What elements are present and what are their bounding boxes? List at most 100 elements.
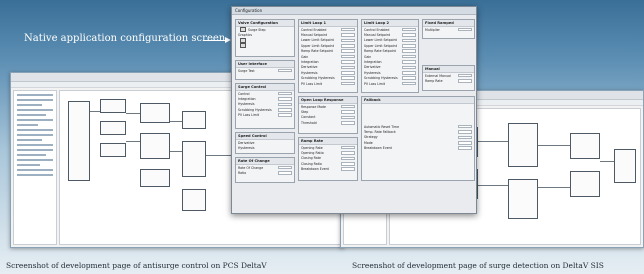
dialog-title: Configuration	[232, 7, 476, 15]
row-label: Gain	[301, 54, 309, 59]
value-field[interactable]	[402, 27, 416, 32]
value-field[interactable]	[278, 165, 292, 170]
value-field[interactable]	[278, 97, 292, 101]
value-field[interactable]	[402, 81, 416, 86]
value-field[interactable]	[341, 38, 355, 43]
row-label: Integration	[238, 97, 256, 102]
row-label: Scrubbing Hysteresis	[364, 76, 398, 81]
row-label: Control Enabled	[301, 27, 327, 32]
row-label: External Manual	[425, 73, 451, 78]
panel-title: Open Loop Response	[299, 97, 357, 104]
row-label: Scrubbing Hysteresis	[301, 76, 335, 81]
row-label: Gain	[364, 54, 372, 59]
row-label: Control	[238, 91, 250, 96]
function-block	[100, 121, 126, 135]
value-field[interactable]	[341, 167, 355, 172]
row-label: Response Mode	[301, 104, 327, 109]
value-field[interactable]	[458, 27, 472, 32]
value-field[interactable]	[278, 108, 292, 112]
value-field[interactable]	[341, 110, 355, 114]
function-block	[508, 179, 538, 219]
function-block	[570, 171, 600, 197]
value-field[interactable]	[341, 44, 355, 48]
row-label: Strategy	[364, 135, 378, 140]
panel-title: Limit Loop 1	[299, 20, 357, 27]
value-field[interactable]	[278, 68, 292, 73]
value-field[interactable]	[278, 113, 292, 118]
limit-loop-1-panel: Limit Loop 1 Control Enabled Manual Setp…	[298, 19, 358, 93]
row-label: Lower Limit Setpoint	[301, 38, 334, 43]
row-label: Temp. Rate Fallback	[364, 130, 396, 135]
row-label: Graphics	[238, 33, 253, 38]
value-field[interactable]	[341, 54, 355, 59]
value-field[interactable]	[341, 151, 355, 155]
row-label: Constant	[301, 115, 316, 120]
value-field[interactable]	[402, 33, 416, 37]
panel-title: Fallback	[362, 97, 474, 104]
value-field[interactable]	[458, 73, 472, 78]
row-label: PV Loss Limit	[238, 113, 260, 118]
value-field[interactable]	[402, 54, 416, 59]
fallback-panel: Fallback Automatic Reset Time Temp. Rate…	[361, 96, 475, 181]
value-field[interactable]	[341, 104, 355, 109]
callout-label: Native application configuration screen	[24, 33, 226, 44]
explorer-tree	[13, 90, 57, 245]
value-field[interactable]	[278, 91, 292, 96]
row-label: Ramp Rate Setpoint	[301, 49, 333, 54]
value-field[interactable]	[458, 79, 472, 83]
row-label: Hysteresis	[238, 146, 255, 151]
value-field[interactable]	[458, 141, 472, 145]
value-field[interactable]	[458, 130, 472, 134]
value-field[interactable]	[341, 81, 355, 86]
row-label: Derivative	[364, 65, 381, 70]
function-block	[140, 169, 170, 187]
row-label: Threshold	[301, 120, 317, 125]
panel-title: Rate Of Change	[236, 158, 294, 165]
panel-title: Speed Control	[236, 133, 294, 140]
row-label: Manual Setpoint	[301, 33, 327, 38]
function-block	[68, 101, 90, 181]
value-field[interactable]	[458, 146, 472, 151]
value-field[interactable]	[341, 115, 355, 120]
value-field[interactable]	[278, 171, 292, 175]
value-field[interactable]	[458, 135, 472, 140]
value-field[interactable]	[341, 121, 355, 125]
row-label: Multiplier	[425, 27, 440, 32]
value-field[interactable]	[402, 65, 416, 70]
function-block	[100, 143, 126, 157]
value-field[interactable]	[341, 145, 355, 150]
callout-arrow	[203, 37, 231, 43]
value-field[interactable]	[341, 60, 355, 64]
value-field[interactable]	[402, 76, 416, 80]
value-field[interactable]	[341, 33, 355, 37]
row-label: Closing Ratio	[301, 161, 322, 166]
value-field[interactable]	[458, 124, 472, 129]
ramp-rate-panel: Ramp Rate Opening Rate Opening Ratio Clo…	[298, 137, 358, 181]
value-field[interactable]	[278, 102, 292, 107]
row-label: Hysteresis	[301, 70, 318, 75]
value-field[interactable]	[402, 38, 416, 43]
row-label: Lower Limit Setpoint	[364, 38, 397, 43]
row-label: Scrubbing Hysteresis	[238, 107, 272, 112]
panel-title: Fixed Ramped	[423, 20, 474, 27]
value-field[interactable]	[402, 44, 416, 48]
function-block	[182, 141, 206, 177]
value-field[interactable]	[402, 60, 416, 64]
value-field[interactable]	[402, 49, 416, 54]
panel-title: Limit Loop 2	[362, 20, 418, 27]
surge-control-panel: Surge Control Control Integration Hyster…	[235, 83, 295, 129]
value-field[interactable]	[341, 65, 355, 70]
value-field[interactable]	[402, 71, 416, 75]
row-label: Integration	[364, 60, 382, 65]
graphic-icon	[240, 43, 246, 49]
value-field[interactable]	[341, 71, 355, 75]
limit-loop-2-panel: Limit Loop 2 Control Enabled Manual Setp…	[361, 19, 419, 93]
row-label: Upper Limit Setpoint	[364, 43, 397, 48]
value-field[interactable]	[341, 156, 355, 161]
value-field[interactable]	[341, 49, 355, 54]
value-field[interactable]	[341, 76, 355, 80]
function-block	[140, 103, 170, 123]
speed-control-panel: Speed Control Derivative Hysteresis	[235, 132, 295, 154]
value-field[interactable]	[341, 27, 355, 32]
value-field[interactable]	[341, 162, 355, 166]
